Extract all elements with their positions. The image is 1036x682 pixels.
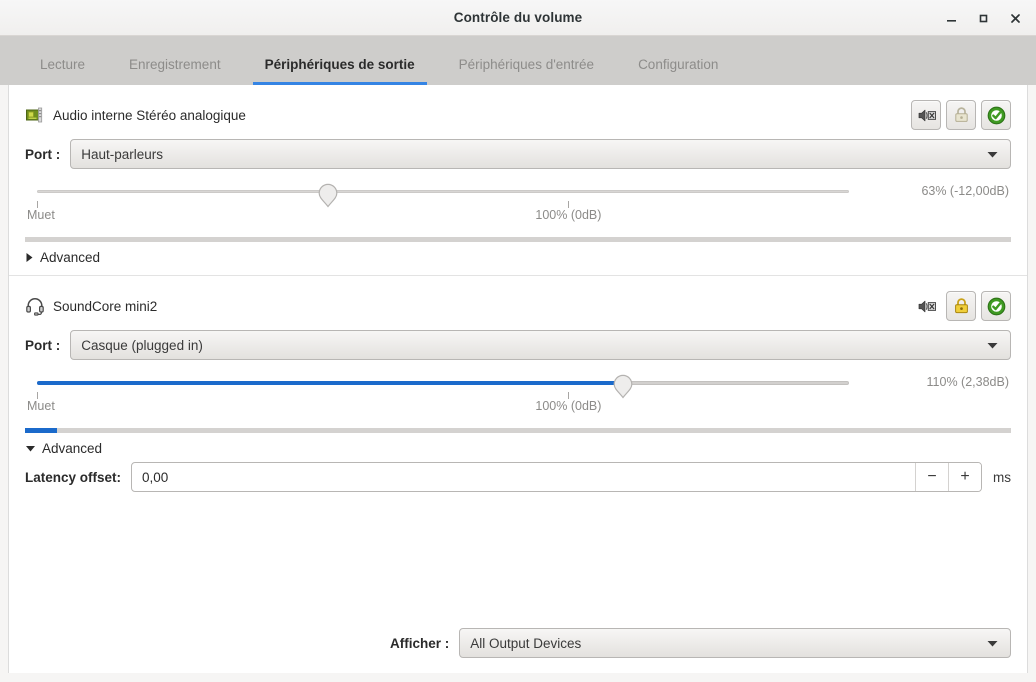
latency-increment-button[interactable]: + — [948, 463, 981, 491]
sound-card-icon — [26, 107, 43, 123]
set-default-button[interactable] — [981, 291, 1011, 321]
port-select[interactable]: Haut-parleurs — [70, 139, 1011, 169]
port-select[interactable]: Casque (plugged in) — [70, 330, 1011, 360]
set-default-button[interactable] — [981, 100, 1011, 130]
slider-fill — [37, 381, 623, 385]
lock-icon-active — [954, 298, 968, 314]
advanced-toggle-internal-audio[interactable]: Advanced — [25, 250, 1011, 275]
latency-offset-stepper[interactable]: 0,00 − + — [131, 462, 982, 492]
latency-offset-row: Latency offset: 0,00 − + ms — [25, 462, 1011, 504]
tab-lecture[interactable]: Lecture — [18, 36, 107, 85]
mute-mark — [37, 201, 38, 208]
chevron-down-icon — [987, 636, 998, 651]
window-title: Contrôle du volume — [453, 10, 583, 25]
device-card-internal-audio: Audio interne Stéréo analogique Port: H… — [9, 85, 1027, 275]
check-circle-icon — [987, 297, 1005, 315]
base-mark — [568, 392, 570, 399]
chevron-right-icon — [26, 253, 33, 262]
chevron-down-icon — [987, 147, 998, 162]
volume-slider[interactable]: Muet 100% (0dB) — [25, 374, 861, 420]
tab-configuration[interactable]: Configuration — [616, 36, 740, 85]
device-actions — [911, 97, 1011, 133]
peak-level-meter — [25, 428, 1011, 433]
minimize-icon[interactable] — [936, 4, 966, 32]
peak-level-meter — [25, 237, 1011, 242]
tab-peripheriques-d-entree[interactable]: Périphériques d'entrée — [437, 36, 616, 85]
speaker-muted-icon — [918, 109, 936, 121]
headset-icon — [26, 298, 44, 316]
device-header: Audio interne Stéréo analogique — [25, 97, 1011, 133]
port-value: Casque (plugged in) — [81, 337, 203, 353]
output-devices-list: Audio interne Stéréo analogique Port: H… — [8, 85, 1028, 613]
port-label: Port : — [25, 146, 61, 162]
volume-slider-row: Muet 100% (0dB) 110% (2,38dB) — [25, 374, 1011, 420]
latency-unit-label: ms — [993, 469, 1011, 485]
advanced-label: Advanced — [42, 441, 103, 456]
check-circle-icon — [987, 106, 1005, 124]
lock-button[interactable] — [946, 291, 976, 321]
base-label: 100% (0dB) — [535, 208, 602, 222]
latency-decrement-button[interactable]: − — [915, 463, 948, 491]
show-label: Afficher : — [390, 635, 450, 651]
volume-control-window: Contrôle du volume Lecture Enregistremen… — [0, 0, 1036, 682]
device-header: SoundCore mini2 — [25, 288, 1011, 324]
volume-slider-row: Muet 100% (0dB) 63% (-12,00dB) — [25, 183, 1011, 229]
volume-value: 63% (-12,00dB) — [921, 184, 1009, 198]
lock-icon — [954, 107, 968, 122]
tab-peripheriques-de-sortie[interactable]: Périphériques de sortie — [243, 36, 437, 85]
tab-bar: Lecture Enregistrement Périphériques de … — [0, 36, 1036, 85]
slider-marks: Muet 100% (0dB) — [25, 201, 861, 229]
advanced-label: Advanced — [40, 250, 101, 265]
peak-level-fill — [25, 428, 57, 433]
mute-button[interactable] — [911, 100, 941, 130]
volume-value: 110% (2,38dB) — [926, 375, 1009, 389]
tab-enregistrement[interactable]: Enregistrement — [107, 36, 243, 85]
footer-bar: Afficher : All Output Devices — [8, 613, 1028, 673]
port-value: Haut-parleurs — [81, 146, 164, 162]
device-actions — [911, 288, 1011, 324]
speaker-muted-icon — [918, 300, 936, 312]
maximize-icon[interactable] — [968, 4, 998, 32]
base-mark — [568, 201, 570, 208]
base-label: 100% (0dB) — [535, 399, 602, 413]
close-icon[interactable] — [1000, 4, 1030, 32]
mute-label: Muet — [27, 208, 55, 222]
show-devices-select[interactable]: All Output Devices — [459, 628, 1011, 658]
titlebar: Contrôle du volume — [0, 0, 1036, 36]
show-devices-value: All Output Devices — [470, 635, 582, 651]
slider-marks: Muet 100% (0dB) — [25, 392, 861, 420]
chevron-down-icon — [987, 338, 998, 353]
mute-label: Muet — [27, 399, 55, 413]
window-bottom-strip — [0, 673, 1036, 682]
slider-track — [37, 190, 849, 193]
device-card-soundcore-mini2: SoundCore mini2 Port: Casque (plugged i… — [9, 276, 1027, 504]
latency-offset-input[interactable]: 0,00 — [132, 463, 915, 491]
mute-button[interactable] — [911, 291, 941, 321]
mute-mark — [37, 392, 38, 399]
port-row: Port : Haut-parleurs — [25, 139, 1011, 169]
device-name: SoundCore mini2 — [53, 298, 158, 314]
volume-slider[interactable]: Muet 100% (0dB) — [25, 183, 861, 229]
window-controls — [936, 0, 1030, 36]
port-row: Port : Casque (plugged in) — [25, 330, 1011, 360]
device-name: Audio interne Stéréo analogique — [53, 107, 246, 123]
port-label: Port : — [25, 337, 61, 353]
latency-offset-label: Latency offset: — [25, 469, 122, 485]
lock-button[interactable] — [946, 100, 976, 130]
chevron-down-icon — [26, 446, 35, 452]
